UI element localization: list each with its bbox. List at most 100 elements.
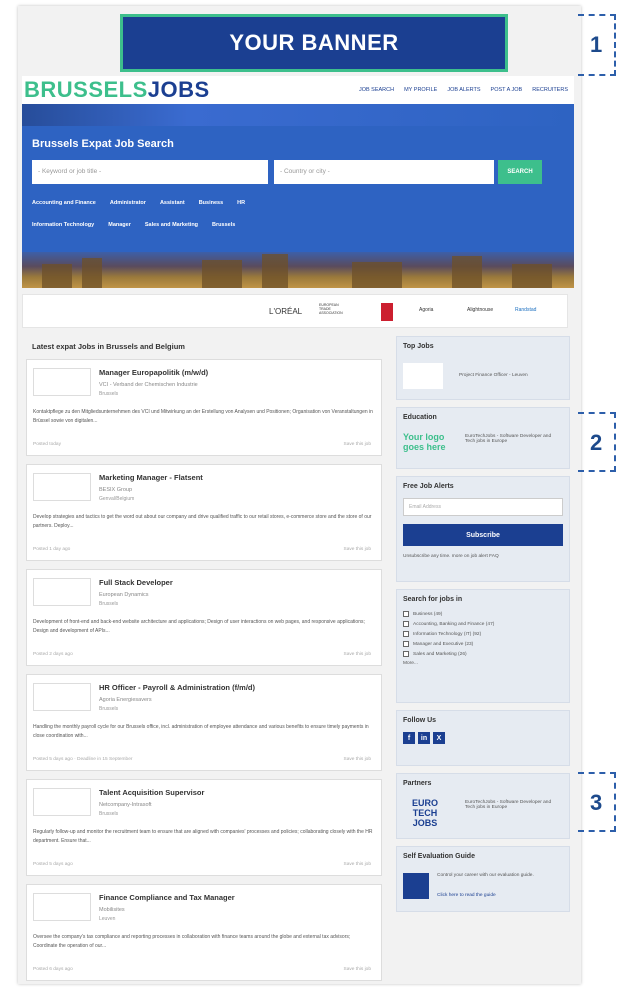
job-title[interactable]: Finance Compliance and Tax Manager [99,893,235,902]
partner-logo[interactable]: EUROPEAN TRADE ASSOCIATION [319,303,349,315]
category-link[interactable]: Administrator [110,200,146,206]
logo-part-1: BRUSSELS [24,77,148,102]
category-link[interactable]: Manager [108,222,131,228]
site-header: BRUSSELSJOBS JOB SEARCH MY PROFILE JOB A… [22,76,574,104]
location-input[interactable]: - Country or city - [274,160,494,184]
category-link[interactable]: Assistant [160,200,185,206]
sidebar: Top Jobs Project Finance Officer - Leuve… [396,336,570,919]
company-logo [33,368,91,396]
top-job-link[interactable]: Project Finance Officer - Leuven [459,373,528,378]
job-card[interactable]: Full Stack Developer European Dynamics B… [26,569,382,666]
search-option[interactable]: Information Technology (IT) (92) [403,631,563,637]
education-title: Education [403,414,437,421]
keyword-input[interactable]: - Keyword or job title - [32,160,268,184]
callout-1-number: 1 [590,32,603,57]
search-option-label: Business (49) [413,611,443,617]
site-logo[interactable]: BRUSSELSJOBS [24,77,210,103]
search-option-label: Information Technology (IT) (92) [413,631,482,637]
top-banner[interactable]: YOUR BANNER [120,14,508,72]
partner-logo[interactable]: Alightnouse [467,307,493,313]
main-nav: JOB SEARCH MY PROFILE JOB ALERTS POST A … [359,87,568,93]
job-card[interactable]: Finance Compliance and Tax Manager Mobil… [26,884,382,981]
nav-recruiters[interactable]: RECRUITERS [532,87,568,93]
job-posted: Posted 5 days ago [33,862,73,867]
guide-link[interactable]: Click here to read the guide [437,893,496,898]
nav-my-profile[interactable]: MY PROFILE [404,87,437,93]
job-title[interactable]: HR Officer - Payroll & Administration (f… [99,683,255,692]
checkbox[interactable] [403,631,409,637]
job-company: BESIX Group [99,487,133,493]
save-job-link[interactable]: Save this job [344,862,371,867]
job-title[interactable]: Marketing Manager - Flatsent [99,473,203,482]
company-logo [33,788,91,816]
callout-3-number: 3 [590,790,603,815]
job-title[interactable]: Manager Europapolitik (m/w/d) [99,368,208,377]
category-link[interactable]: Accounting and Finance [32,200,96,206]
more-link[interactable]: More... [403,661,563,666]
checkbox[interactable] [403,621,409,627]
follow-us-title: Follow Us [403,717,437,724]
search-option[interactable]: Accounting, Banking and Finance (47) [403,621,563,627]
save-job-link[interactable]: Save this job [344,757,371,762]
job-location: Leuven [99,916,116,922]
job-location: Brussels [99,706,119,712]
category-link[interactable]: Information Technology [32,222,94,228]
nav-post-a-job[interactable]: POST A JOB [491,87,523,93]
guide-title: Self Evaluation Guide [403,853,475,860]
job-company: Netcompany-Intrasoft [99,802,152,808]
job-company: Mobilisites [99,907,125,913]
job-alerts-widget: Free Job Alerts Email Address Subscribe … [396,476,570,582]
job-company: VCI - Verband der Chemischen Industrie [99,382,198,388]
top-jobs-title: Top Jobs [403,343,434,350]
self-evaluation-widget: Self Evaluation Guide Control your caree… [396,846,570,912]
subscribe-button[interactable]: Subscribe [403,524,563,546]
checkbox[interactable] [403,641,409,647]
partner-logo[interactable]: Agoria [419,307,433,313]
partner-logo[interactable]: Randstad [515,307,536,313]
checkbox[interactable] [403,611,409,617]
email-input[interactable]: Email Address [403,498,563,516]
job-description: Regularly follow-up and monitor the recr… [33,829,373,844]
your-logo-placeholder[interactable]: Your logo goes here [403,432,457,452]
eurotechjobs-logo[interactable]: EURO TECH JOBS [403,798,447,828]
partner-logo[interactable]: L'ORÉAL [269,307,302,316]
save-job-link[interactable]: Save this job [344,547,371,552]
save-job-link[interactable]: Save this job [344,442,371,447]
hero-title: Brussels Expat Job Search [32,138,174,150]
job-title[interactable]: Talent Acquisition Supervisor [99,788,204,797]
linkedin-icon[interactable]: in [418,732,430,744]
follow-us-widget: Follow Us f in X [396,710,570,766]
job-posted: Posted 6 days ago [33,967,73,972]
partners-widget: Partners EURO TECH JOBS EuroTechJobs - S… [396,773,570,839]
nav-job-alerts[interactable]: JOB ALERTS [447,87,480,93]
partner-logo-mark[interactable] [381,303,393,321]
checkbox[interactable] [403,651,409,657]
search-option[interactable]: Business (49) [403,611,563,617]
job-description: Kontaktpflege zu den Mitgliedsunternehme… [33,409,373,424]
category-link[interactable]: Business [199,200,223,206]
job-posted: Posted 1 day ago [33,547,71,552]
category-link[interactable]: HR [237,200,245,206]
job-card[interactable]: HR Officer - Payroll & Administration (f… [26,674,382,771]
job-card[interactable]: Marketing Manager - Flatsent BESIX Group… [26,464,382,561]
job-posted: Posted today [33,442,62,447]
save-job-link[interactable]: Save this job [344,967,371,972]
top-jobs-widget: Top Jobs Project Finance Officer - Leuve… [396,336,570,400]
x-icon[interactable]: X [433,732,445,744]
category-link[interactable]: Brussels [212,222,235,228]
facebook-icon[interactable]: f [403,732,415,744]
education-text: EuroTechJobs - Software Developer and Te… [465,434,552,444]
partners-text: EuroTechJobs - Software Developer and Te… [465,800,552,810]
company-logo [33,473,91,501]
search-option[interactable]: Manager and Executive (23) [403,641,563,647]
save-job-link[interactable]: Save this job [344,652,371,657]
category-link[interactable]: Sales and Marketing [145,222,198,228]
job-card[interactable]: Talent Acquisition Supervisor Netcompany… [26,779,382,876]
job-company: European Dynamics [99,592,149,598]
nav-job-search[interactable]: JOB SEARCH [359,87,394,93]
search-option[interactable]: Sales and Marketing (26) [403,651,563,657]
search-button[interactable]: SEARCH [498,160,542,184]
job-location: Brussels [99,601,119,607]
job-title[interactable]: Full Stack Developer [99,578,173,587]
job-card[interactable]: Manager Europapolitik (m/w/d) VCI - Verb… [26,359,382,456]
